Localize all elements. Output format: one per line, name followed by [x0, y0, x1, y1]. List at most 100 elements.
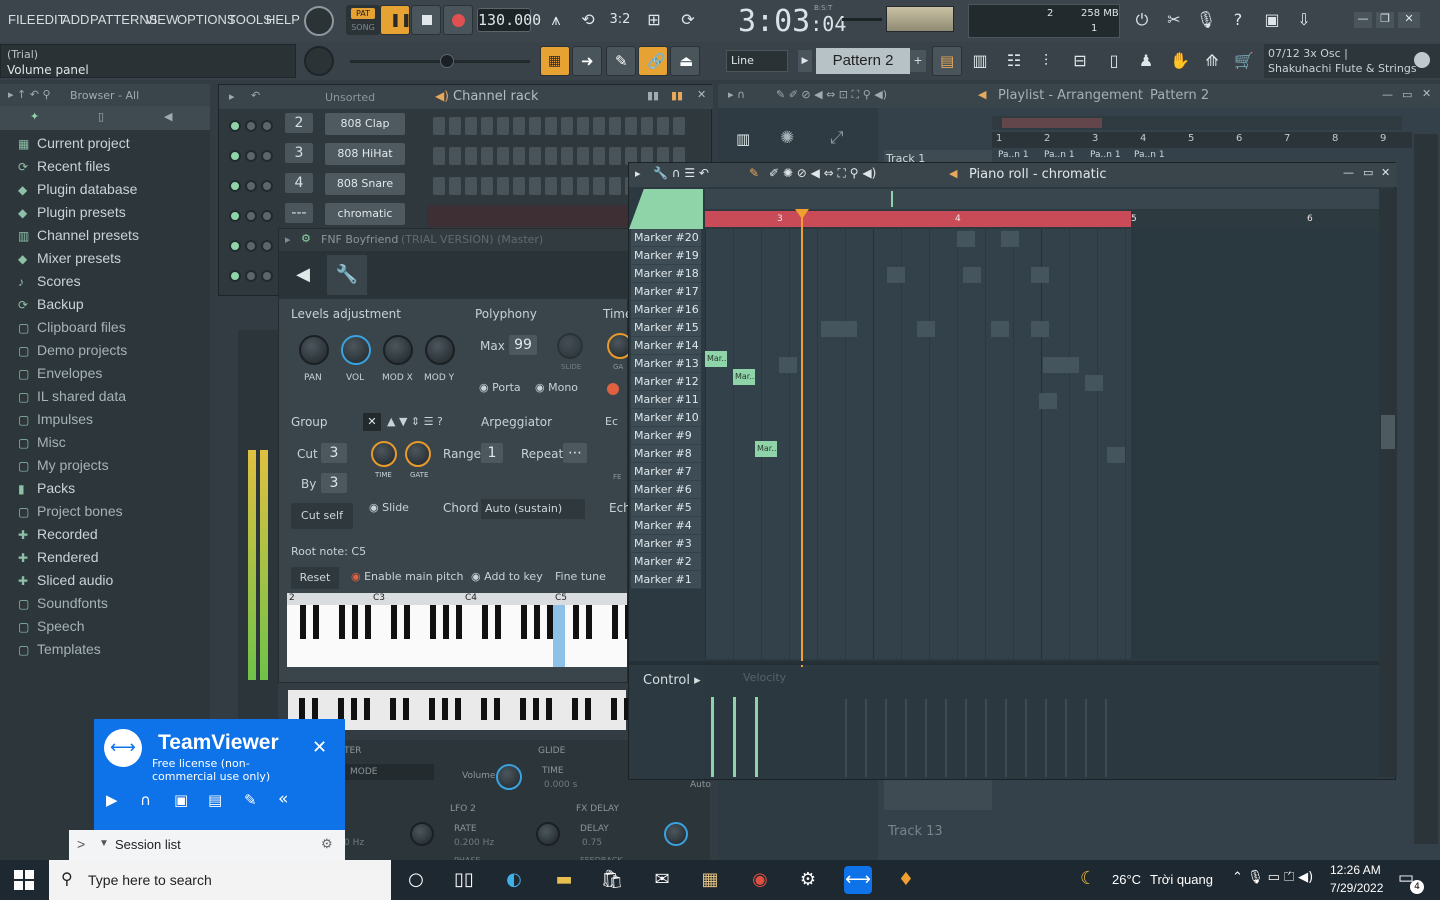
- step-button[interactable]: [433, 177, 445, 195]
- browser-item[interactable]: ▦ Current project: [18, 135, 130, 151]
- vol-knob[interactable]: [341, 335, 371, 365]
- marker-item[interactable]: Marker #3: [631, 535, 701, 553]
- black-key[interactable]: [338, 698, 344, 720]
- tools-icon[interactable]: ✎: [244, 791, 257, 809]
- undo-icon[interactable]: ⟰: [1196, 45, 1228, 77]
- channel-mute-led[interactable]: [229, 240, 241, 252]
- step-button[interactable]: [529, 147, 541, 165]
- clip-4[interactable]: Pa..n 1: [1134, 150, 1165, 160]
- channel-knob[interactable]: [261, 270, 273, 282]
- browser-item[interactable]: ▢ Demo projects: [18, 342, 127, 358]
- step-button[interactable]: [465, 177, 477, 195]
- volume-knob[interactable]: [496, 764, 522, 790]
- plugin-picker-icon[interactable]: ♟: [1130, 45, 1162, 77]
- step-button[interactable]: [545, 177, 557, 195]
- channel-knob[interactable]: [261, 210, 273, 222]
- step-button[interactable]: [577, 177, 589, 195]
- step-button[interactable]: [561, 147, 573, 165]
- black-key[interactable]: [482, 605, 488, 639]
- expand-icon[interactable]: >: [77, 836, 85, 852]
- collapse-icon[interactable]: «: [278, 789, 288, 809]
- cortana-icon[interactable]: ○: [402, 866, 430, 894]
- channel-rack-icon[interactable]: ☷: [998, 45, 1030, 77]
- browser-item[interactable]: ⟳ Recent files: [18, 158, 110, 174]
- browser-item[interactable]: ▢ Misc: [18, 434, 66, 450]
- black-key[interactable]: [351, 698, 357, 720]
- reset-button[interactable]: Reset: [291, 567, 339, 589]
- channel-knob[interactable]: [245, 240, 257, 252]
- marker-item[interactable]: Marker #4: [631, 517, 701, 535]
- playlist-menu-icon[interactable]: ▸ ∩: [728, 88, 745, 101]
- export-icon[interactable]: ⇩: [1288, 4, 1320, 36]
- step-button[interactable]: [497, 117, 509, 135]
- project-icon[interactable]: ▯: [1098, 45, 1130, 77]
- mail-icon[interactable]: ✉: [648, 866, 676, 894]
- black-key[interactable]: [585, 698, 591, 720]
- black-key[interactable]: [403, 698, 409, 720]
- master-pitch-slider[interactable]: [842, 18, 882, 21]
- step-button[interactable]: [449, 147, 461, 165]
- black-key[interactable]: [455, 698, 461, 720]
- step-button[interactable]: [465, 147, 477, 165]
- piano-roll-channel-tab[interactable]: [629, 189, 703, 229]
- stamp-button[interactable]: ⏏: [670, 46, 700, 76]
- black-key[interactable]: [572, 698, 578, 720]
- browser-item[interactable]: ✚ Sliced audio: [18, 572, 113, 588]
- piano-roll-splitter[interactable]: [629, 661, 1397, 665]
- black-key[interactable]: [443, 605, 449, 639]
- black-key[interactable]: [404, 605, 410, 639]
- edge-icon[interactable]: ◐: [500, 866, 528, 894]
- menu-help[interactable]: HELP: [266, 12, 300, 27]
- black-key[interactable]: [430, 605, 436, 639]
- selected-root-key[interactable]: [553, 605, 565, 667]
- step-button[interactable]: [449, 117, 461, 135]
- slide-toggle[interactable]: ◉ Slide: [369, 501, 409, 514]
- lfo-rate-knob[interactable]: [536, 822, 560, 846]
- playlist-ruler[interactable]: 1 2 3 4 5 6 7 8 9: [992, 132, 1412, 148]
- playlist-scrollbar[interactable]: [992, 116, 1402, 130]
- browser-item[interactable]: ✚ Rendered: [18, 549, 99, 565]
- tray-icons[interactable]: ⌃ 🎙 ▭ ⏍ ◀): [1232, 870, 1313, 885]
- pause-button[interactable]: ❚❚: [380, 5, 412, 35]
- channel-mute-led[interactable]: [229, 180, 241, 192]
- power-icon[interactable]: ⏻: [1126, 4, 1158, 36]
- step-button[interactable]: [433, 147, 445, 165]
- mod-y-knob[interactable]: [425, 335, 455, 365]
- step-button[interactable]: [481, 117, 493, 135]
- help-icon[interactable]: ?: [1222, 4, 1254, 36]
- step-button[interactable]: [577, 147, 589, 165]
- session-settings-icon[interactable]: ⚙: [321, 836, 333, 852]
- browser-star-icon[interactable]: ✦: [30, 110, 39, 123]
- graph-icon[interactable]: ▮▮: [647, 89, 659, 102]
- step-button[interactable]: [481, 177, 493, 195]
- time-toggle[interactable]: [607, 383, 619, 395]
- arp-direction-icons[interactable]: ▲ ▼ ⇕ ☰ ?: [387, 415, 443, 428]
- black-key[interactable]: [546, 698, 552, 720]
- piano-roll-scrollbar[interactable]: [1379, 189, 1397, 777]
- channel-name-button[interactable]: 808 HiHat: [325, 143, 405, 165]
- black-key[interactable]: [352, 605, 358, 639]
- piano-roll-overview[interactable]: [705, 189, 1395, 209]
- channel-knob[interactable]: [245, 150, 257, 162]
- channel-knob[interactable]: [245, 120, 257, 132]
- black-key[interactable]: [521, 605, 527, 639]
- add-pattern-button[interactable]: +: [910, 50, 926, 72]
- menu-view[interactable]: VIEW: [145, 12, 178, 27]
- step-button[interactable]: [609, 147, 621, 165]
- marker-item[interactable]: Marker #17: [631, 283, 701, 301]
- pattern-prev-button[interactable]: ▶: [798, 50, 812, 72]
- black-key[interactable]: [391, 605, 397, 639]
- marker-item[interactable]: Marker #10: [631, 409, 701, 427]
- teamviewer-close-icon[interactable]: ✕: [312, 737, 327, 758]
- channel-mixer-track[interactable]: 3: [285, 143, 313, 163]
- black-key[interactable]: [495, 605, 501, 639]
- porta-toggle[interactable]: ◉ Porta: [479, 381, 521, 394]
- track-13-label[interactable]: Track 13: [888, 824, 943, 839]
- browser-item[interactable]: ▢ Soundfonts: [18, 595, 108, 611]
- weather-text[interactable]: Trời quang: [1150, 872, 1213, 887]
- black-key[interactable]: [586, 605, 592, 639]
- weather-icon[interactable]: ☾: [1080, 868, 1096, 889]
- mono-toggle[interactable]: ◉ Mono: [535, 381, 578, 394]
- black-key[interactable]: [533, 698, 539, 720]
- channel-mixer-track[interactable]: 4: [285, 173, 313, 193]
